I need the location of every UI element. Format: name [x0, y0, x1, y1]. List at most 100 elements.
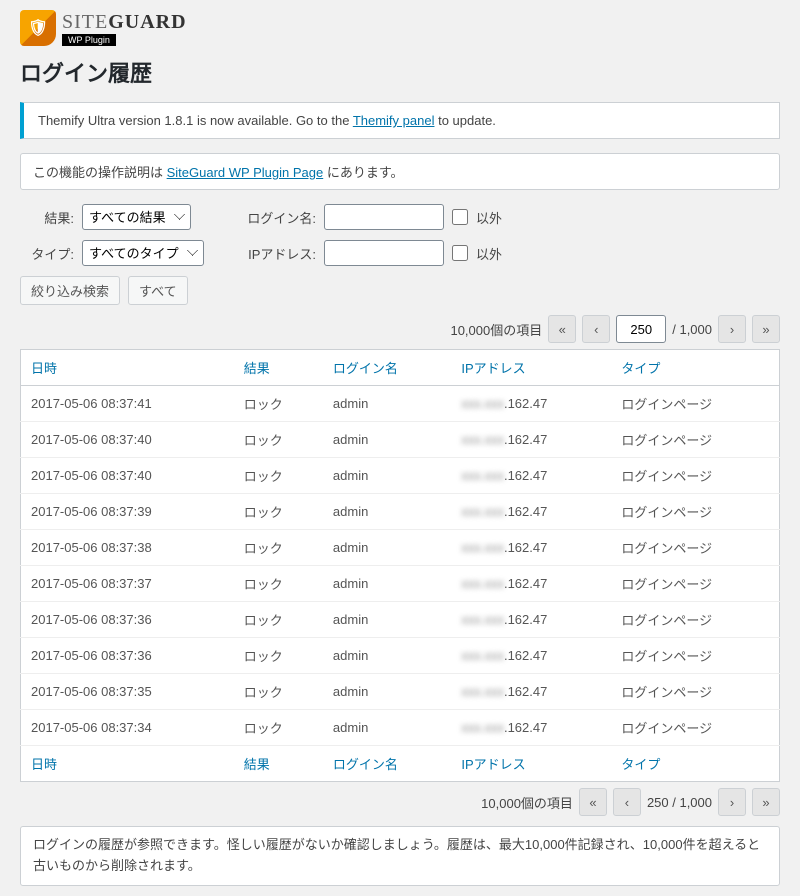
cell-type: ログインページ: [611, 530, 779, 566]
cell-ip: xxx.xxx.162.47: [451, 602, 611, 638]
siteguard-page-link[interactable]: SiteGuard WP Plugin Page: [167, 165, 324, 180]
themify-panel-link[interactable]: Themify panel: [353, 113, 435, 128]
cell-datetime: 2017-05-06 08:37:34: [21, 710, 234, 746]
cell-result: ロック: [234, 458, 323, 494]
cell-ip: xxx.xxx.162.47: [451, 566, 611, 602]
ip-except-label: 以外: [476, 244, 502, 263]
cell-login: admin: [323, 530, 451, 566]
cell-ip: xxx.xxx.162.47: [451, 422, 611, 458]
ip-except-checkbox[interactable]: [452, 245, 468, 261]
cell-ip: xxx.xxx.162.47: [451, 494, 611, 530]
cell-ip: xxx.xxx.162.47: [451, 530, 611, 566]
total-items-bottom: 10,000個の項目: [481, 793, 573, 812]
cell-result: ロック: [234, 386, 323, 422]
cell-ip: xxx.xxx.162.47: [451, 458, 611, 494]
table-row: 2017-05-06 08:37:35ロックadminxxx.xxx.162.4…: [21, 674, 780, 710]
filter-search-button[interactable]: 絞り込み検索: [20, 276, 120, 305]
foot-result[interactable]: 結果: [234, 746, 323, 782]
cell-datetime: 2017-05-06 08:37:37: [21, 566, 234, 602]
cell-login: admin: [323, 422, 451, 458]
col-datetime[interactable]: 日時: [21, 350, 234, 386]
filter-panel: 結果: すべての結果 タイプ: すべてのタイプ ログイン名: 以外 IPアドレス…: [20, 204, 780, 266]
cell-type: ログインページ: [611, 422, 779, 458]
cell-result: ロック: [234, 674, 323, 710]
cell-login: admin: [323, 710, 451, 746]
brand-text: SITEGUARD: [62, 11, 187, 34]
col-type[interactable]: タイプ: [611, 350, 779, 386]
type-filter-label: タイプ:: [20, 244, 74, 263]
last-page-button-bottom[interactable]: »: [752, 788, 780, 816]
login-history-table: 日時 結果 ログイン名 IPアドレス タイプ 2017-05-06 08:37:…: [20, 349, 780, 782]
page-number-input[interactable]: [616, 315, 666, 343]
cell-login: admin: [323, 386, 451, 422]
notice-pre: Themify Ultra version 1.8.1 is now avail…: [38, 113, 353, 128]
cell-datetime: 2017-05-06 08:37:40: [21, 458, 234, 494]
table-row: 2017-05-06 08:37:38ロックadminxxx.xxx.162.4…: [21, 530, 780, 566]
notice-post: to update.: [438, 113, 496, 128]
ip-filter-label: IPアドレス:: [244, 244, 316, 263]
page-text-bottom: 250 / 1,000: [647, 795, 712, 810]
cell-type: ログインページ: [611, 494, 779, 530]
next-page-button-bottom[interactable]: ›: [718, 788, 746, 816]
table-row: 2017-05-06 08:37:34ロックadminxxx.xxx.162.4…: [21, 710, 780, 746]
col-result[interactable]: 結果: [234, 350, 323, 386]
foot-login[interactable]: ログイン名: [323, 746, 451, 782]
cell-type: ログインページ: [611, 674, 779, 710]
brand-sub: WP Plugin: [62, 34, 116, 46]
cell-datetime: 2017-05-06 08:37:35: [21, 674, 234, 710]
foot-type[interactable]: タイプ: [611, 746, 779, 782]
cell-datetime: 2017-05-06 08:37:39: [21, 494, 234, 530]
cell-datetime: 2017-05-06 08:37:36: [21, 602, 234, 638]
cell-datetime: 2017-05-06 08:37:36: [21, 638, 234, 674]
login-filter-label: ログイン名:: [244, 208, 316, 227]
prev-page-button-bottom[interactable]: ‹: [613, 788, 641, 816]
table-row: 2017-05-06 08:37:40ロックadminxxx.xxx.162.4…: [21, 422, 780, 458]
table-row: 2017-05-06 08:37:36ロックadminxxx.xxx.162.4…: [21, 638, 780, 674]
cell-result: ロック: [234, 566, 323, 602]
cell-login: admin: [323, 458, 451, 494]
cell-type: ログインページ: [611, 638, 779, 674]
tablenav-bottom: 10,000個の項目 « ‹ 250 / 1,000 › »: [20, 788, 780, 816]
cell-result: ロック: [234, 422, 323, 458]
foot-ip[interactable]: IPアドレス: [451, 746, 611, 782]
brand-light: SITE: [62, 11, 108, 33]
cell-ip: xxx.xxx.162.47: [451, 638, 611, 674]
table-row: 2017-05-06 08:37:37ロックadminxxx.xxx.162.4…: [21, 566, 780, 602]
prev-page-button[interactable]: ‹: [582, 315, 610, 343]
cell-type: ログインページ: [611, 710, 779, 746]
ip-filter-input[interactable]: [324, 240, 444, 266]
table-row: 2017-05-06 08:37:36ロックadminxxx.xxx.162.4…: [21, 602, 780, 638]
info-post: にあります。: [327, 165, 404, 180]
cell-ip: xxx.xxx.162.47: [451, 674, 611, 710]
table-row: 2017-05-06 08:37:40ロックadminxxx.xxx.162.4…: [21, 458, 780, 494]
cell-datetime: 2017-05-06 08:37:38: [21, 530, 234, 566]
result-filter-select[interactable]: すべての結果: [82, 204, 191, 230]
result-filter-label: 結果:: [20, 208, 74, 227]
login-except-checkbox[interactable]: [452, 209, 468, 225]
cell-type: ログインページ: [611, 458, 779, 494]
filter-all-button[interactable]: すべて: [128, 276, 188, 305]
cell-login: admin: [323, 494, 451, 530]
first-page-button-bottom[interactable]: «: [579, 788, 607, 816]
cell-type: ログインページ: [611, 602, 779, 638]
cell-datetime: 2017-05-06 08:37:41: [21, 386, 234, 422]
cell-result: ロック: [234, 494, 323, 530]
login-filter-input[interactable]: [324, 204, 444, 230]
plugin-logo: 🛡 SITEGUARD WP Plugin: [20, 10, 780, 46]
login-except-label: 以外: [476, 208, 502, 227]
cell-login: admin: [323, 602, 451, 638]
cell-result: ロック: [234, 602, 323, 638]
type-filter-select[interactable]: すべてのタイプ: [82, 240, 204, 266]
cell-login: admin: [323, 638, 451, 674]
page-title: ログイン履歴: [20, 56, 780, 88]
info-pre: この機能の操作説明は: [33, 165, 167, 180]
shield-icon: 🛡: [20, 10, 56, 46]
col-ip[interactable]: IPアドレス: [451, 350, 611, 386]
foot-datetime[interactable]: 日時: [21, 746, 234, 782]
first-page-button[interactable]: «: [548, 315, 576, 343]
col-login[interactable]: ログイン名: [323, 350, 451, 386]
last-page-button[interactable]: »: [752, 315, 780, 343]
cell-result: ロック: [234, 638, 323, 674]
next-page-button[interactable]: ›: [718, 315, 746, 343]
cell-login: admin: [323, 566, 451, 602]
